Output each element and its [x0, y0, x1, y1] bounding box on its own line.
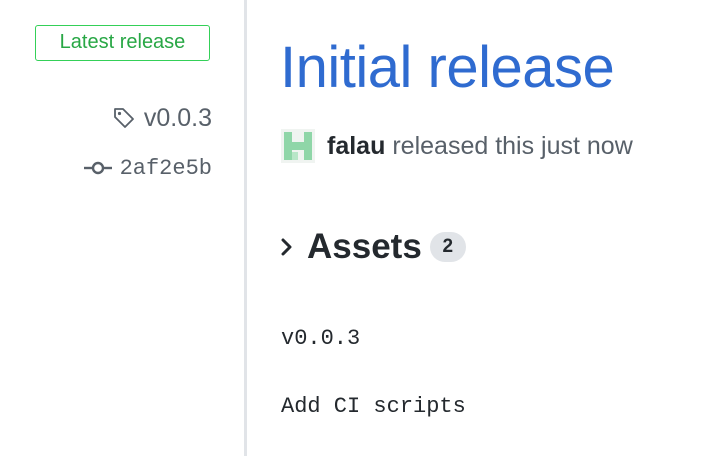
release-page: Latest release v0.0.3 2af2e5b Initial re…: [0, 0, 704, 456]
release-sidebar: Latest release v0.0.3 2af2e5b: [0, 0, 244, 456]
commit-sha: 2af2e5b: [119, 155, 212, 181]
assets-toggle[interactable]: Assets 2: [281, 224, 466, 270]
assets-count-badge: 2: [429, 232, 466, 262]
tag-icon: [113, 108, 134, 128]
tag-name: v0.0.3: [143, 103, 212, 132]
commit-icon: [83, 161, 112, 175]
release-title[interactable]: Initial release: [280, 30, 615, 106]
latest-release-badge: Latest release: [35, 25, 210, 61]
commit-link[interactable]: 2af2e5b: [83, 152, 212, 184]
author-link[interactable]: falau: [327, 132, 385, 161]
chevron-right-icon: [281, 238, 292, 256]
release-notes-line: v0.0.3: [281, 326, 361, 351]
tag-link[interactable]: v0.0.3: [112, 100, 212, 136]
avatar[interactable]: [281, 129, 315, 163]
release-author-line: falau released this just now: [281, 129, 633, 163]
released-text: released this just now: [392, 131, 633, 160]
release-notes-line: Add CI scripts: [281, 394, 466, 419]
assets-heading: Assets: [307, 227, 422, 266]
sidebar-divider: [244, 0, 247, 456]
